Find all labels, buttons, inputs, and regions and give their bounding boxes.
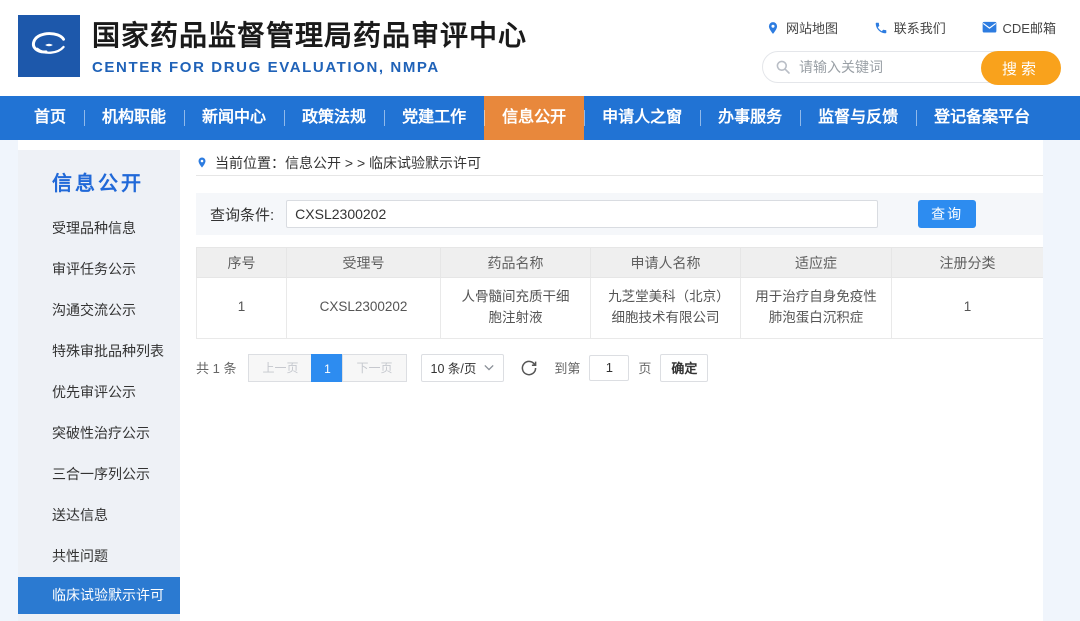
table-header-row: 序号 受理号 药品名称 申请人名称 适应症 注册分类	[197, 248, 1044, 278]
cell-indication: 用于治疗自身免疫性肺泡蛋白沉积症	[741, 278, 892, 339]
col-header-indication: 适应症	[741, 248, 892, 278]
cde-logo	[18, 15, 80, 77]
pagination-total: 共 1 条	[196, 358, 236, 377]
phone-icon	[874, 21, 888, 35]
contact-link-label: 联系我们	[894, 18, 946, 37]
header-right: 网站地图 联系我们 CDE邮箱 搜索	[762, 18, 1060, 96]
page: 国家药品监督管理局药品审评中心 CENTER FOR DRUG EVALUATI…	[0, 0, 1080, 621]
contact-link[interactable]: 联系我们	[874, 18, 946, 37]
nav-item-registration-platform[interactable]: 登记备案平台	[916, 96, 1048, 140]
sidebar-item-breakthrough-therapy[interactable]: 突破性治疗公示	[18, 413, 180, 454]
col-header-acceptance-number: 受理号	[287, 248, 441, 278]
sidebar-item-clinical-trial-implied-license[interactable]: 临床试验默示许可	[18, 577, 180, 614]
breadcrumb-pin-icon	[196, 155, 208, 170]
col-header-index: 序号	[197, 248, 287, 278]
right-margin-strip	[1043, 140, 1080, 621]
nav-item-policies[interactable]: 政策法规	[284, 96, 384, 140]
mailbox-link[interactable]: CDE邮箱	[982, 18, 1056, 37]
content-container: 信息公开 受理品种信息 审评任务公示 沟通交流公示 特殊审批品种列表 优先审评公…	[18, 140, 1043, 621]
site-subtitle: CENTER FOR DRUG EVALUATION, NMPA	[92, 59, 527, 76]
main-nav: 首页 机构职能 新闻中心 政策法规 党建工作 信息公开 申请人之窗 办事服务 监…	[0, 96, 1080, 140]
prev-page-button[interactable]: 上一页	[248, 354, 312, 382]
top-links: 网站地图 联系我们 CDE邮箱	[762, 18, 1060, 37]
content-wrap: 信息公开 受理品种信息 审评任务公示 沟通交流公示 特殊审批品种列表 优先审评公…	[0, 140, 1080, 621]
site-title-block: 国家药品监督管理局药品审评中心 CENTER FOR DRUG EVALUATI…	[92, 19, 527, 96]
sidebar-item-delivery-info[interactable]: 送达信息	[18, 495, 180, 536]
nav-item-functions[interactable]: 机构职能	[84, 96, 184, 140]
search-icon	[775, 59, 791, 75]
nav-item-home[interactable]: 首页	[16, 96, 84, 140]
nav-item-party-building[interactable]: 党建工作	[384, 96, 484, 140]
cde-logo-icon	[18, 15, 80, 77]
table-row: 1 CXSL2300202 人骨髓间充质干细胞注射液 九芝堂美科（北京）细胞技术…	[197, 278, 1044, 339]
col-header-registration-category: 注册分类	[892, 248, 1044, 278]
sidebar: 信息公开 受理品种信息 审评任务公示 沟通交流公示 特殊审批品种列表 优先审评公…	[18, 150, 180, 621]
nav-item-services[interactable]: 办事服务	[700, 96, 800, 140]
nav-item-applicant-window[interactable]: 申请人之窗	[584, 96, 700, 140]
cell-registration-category: 1	[892, 278, 1044, 339]
site-search-input[interactable]	[799, 59, 969, 75]
sidebar-item-special-approval[interactable]: 特殊审批品种列表	[18, 331, 180, 372]
query-form: 查询条件: 查询	[196, 193, 1044, 235]
col-header-drug-name: 药品名称	[441, 248, 591, 278]
goto-page-group: 到第 页 确定	[554, 354, 708, 382]
page-size-select[interactable]: 10 条/页	[421, 354, 505, 382]
site-header: 国家药品监督管理局药品审评中心 CENTER FOR DRUG EVALUATI…	[0, 0, 1080, 96]
query-label: 查询条件:	[210, 204, 274, 225]
cell-acceptance-number: CXSL2300202	[287, 278, 441, 339]
location-pin-icon	[766, 21, 780, 35]
sidebar-item-review-tasks[interactable]: 审评任务公示	[18, 249, 180, 290]
cell-index: 1	[197, 278, 287, 339]
page-size-value: 10 条/页	[431, 358, 477, 377]
site-title: 国家药品监督管理局药品审评中心	[92, 19, 527, 53]
goto-page-input[interactable]	[589, 355, 629, 381]
site-search-button[interactable]: 搜索	[981, 51, 1061, 85]
chevron-down-icon	[484, 364, 494, 371]
breadcrumb-text: 当前位置：信息公开 > > 临床试验默示许可	[215, 153, 481, 173]
sitemap-link[interactable]: 网站地图	[766, 18, 838, 37]
sidebar-item-common-issues[interactable]: 共性问题	[18, 536, 180, 577]
nav-item-news[interactable]: 新闻中心	[184, 96, 284, 140]
sidebar-item-accepted-varieties[interactable]: 受理品种信息	[18, 208, 180, 249]
goto-suffix-label: 页	[638, 358, 651, 377]
page-number-1[interactable]: 1	[311, 354, 343, 382]
sidebar-item-priority-review[interactable]: 优先审评公示	[18, 372, 180, 413]
left-margin-strip	[0, 140, 18, 621]
site-search-bar: 搜索	[762, 51, 1060, 83]
sidebar-title: 信息公开	[52, 170, 180, 198]
results-table: 序号 受理号 药品名称 申请人名称 适应症 注册分类 1 CXSL2300202	[196, 247, 1044, 339]
main-panel: 当前位置：信息公开 > > 临床试验默示许可 查询条件: 查询 序号	[180, 150, 1044, 621]
sitemap-link-label: 网站地图	[786, 18, 838, 37]
goto-prefix-label: 到第	[554, 358, 580, 377]
cell-drug-name: 人骨髓间充质干细胞注射液	[441, 278, 591, 339]
pagination: 共 1 条 上一页 1 下一页 10 条/页 到第 页 确定	[196, 354, 1044, 382]
cell-applicant-name: 九芝堂美科（北京）细胞技术有限公司	[591, 278, 741, 339]
mail-icon	[982, 21, 997, 34]
sidebar-item-three-in-one[interactable]: 三合一序列公示	[18, 454, 180, 495]
sidebar-item-communication[interactable]: 沟通交流公示	[18, 290, 180, 331]
query-button[interactable]: 查询	[918, 200, 976, 228]
mailbox-link-label: CDE邮箱	[1003, 18, 1056, 37]
col-header-applicant-name: 申请人名称	[591, 248, 741, 278]
refresh-icon[interactable]	[520, 359, 538, 377]
goto-confirm-button[interactable]: 确定	[660, 354, 708, 382]
breadcrumb: 当前位置：信息公开 > > 临床试验默示许可	[196, 150, 1044, 176]
query-input[interactable]	[286, 200, 878, 228]
nav-item-supervision-feedback[interactable]: 监督与反馈	[800, 96, 916, 140]
next-page-button[interactable]: 下一页	[342, 354, 406, 382]
nav-item-information-disclosure[interactable]: 信息公开	[484, 96, 584, 140]
